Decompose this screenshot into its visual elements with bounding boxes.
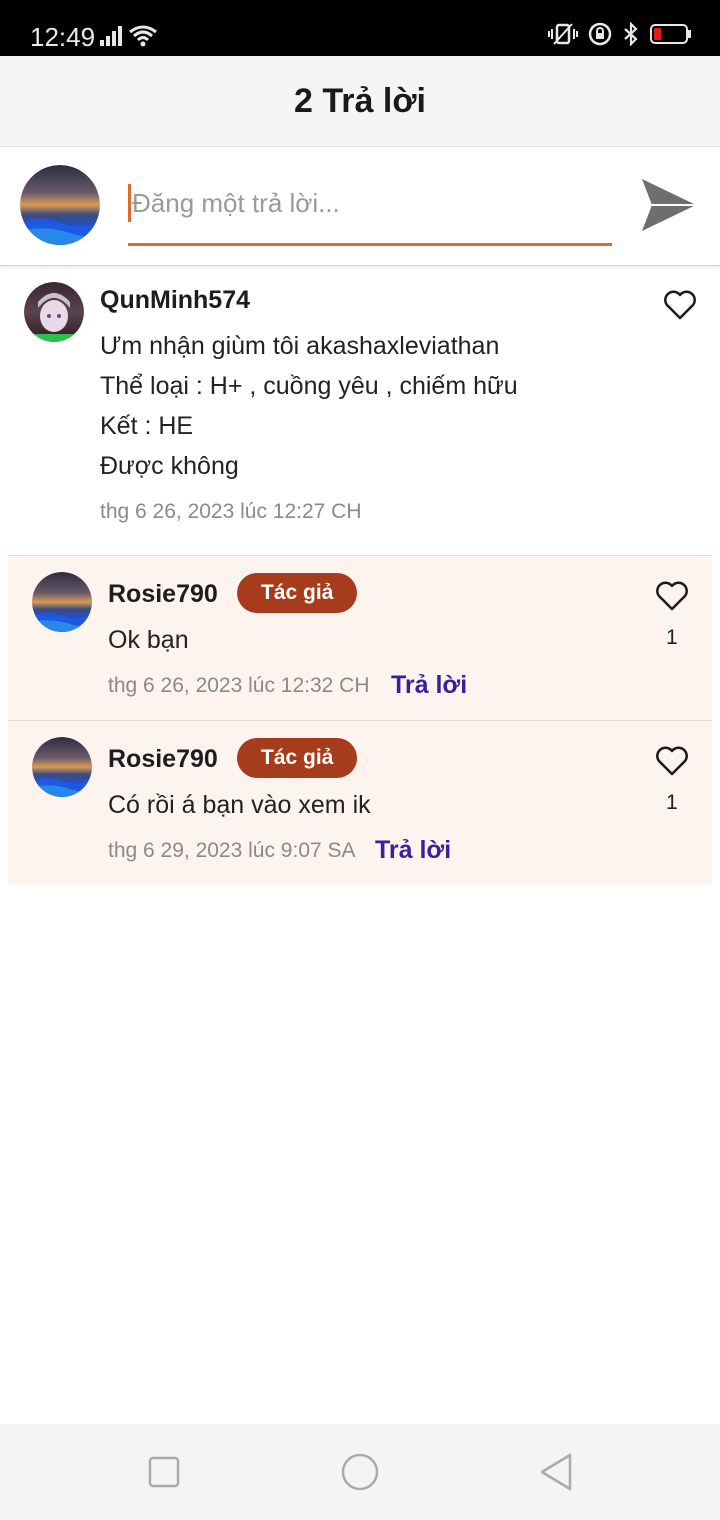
comment-line: Ưm nhận giùm tôi akashaxleviathan: [100, 332, 500, 360]
recents-icon[interactable]: [148, 1456, 180, 1488]
like-count: 1: [666, 791, 678, 814]
reply-button[interactable]: Trả lời: [375, 836, 451, 865]
reply-item: Rosie790 Tác giả Có rồi á bạn vào xem ik…: [8, 720, 712, 885]
status-icons-right: [548, 22, 692, 46]
comment-body: Ưm nhận giùm tôi akashaxleviathan Thể lo…: [100, 326, 518, 486]
avatar[interactable]: [24, 282, 84, 342]
reply-item: Rosie790 Tác giả Ok bạn thg 6 26, 2023 l…: [8, 555, 712, 720]
comment-line: Được không: [100, 452, 239, 480]
battery-icon: [650, 24, 691, 44]
back-icon[interactable]: [538, 1452, 574, 1492]
page-title: 2 Trả lời: [294, 81, 426, 120]
reply-button[interactable]: Trả lời: [391, 671, 467, 700]
reply-timestamp: thg 6 26, 2023 lúc 12:32 CH: [108, 674, 370, 697]
status-time: 12:49: [30, 22, 96, 52]
reply-input-field[interactable]: [128, 183, 612, 246]
compose-bar: [0, 147, 720, 266]
vibrate-icon: [548, 23, 578, 45]
heart-icon[interactable]: [663, 290, 697, 320]
avatar[interactable]: [32, 737, 92, 797]
system-nav-bar: [0, 1424, 720, 1520]
signal-icon: [100, 26, 122, 46]
heart-icon[interactable]: [655, 581, 689, 611]
wifi-icon: [129, 25, 157, 47]
reply-author[interactable]: Rosie790: [108, 580, 218, 609]
reply-input[interactable]: [128, 183, 612, 223]
avatar[interactable]: [20, 165, 100, 245]
rotation-lock-icon: [588, 22, 612, 46]
reply-text: Ok bạn: [108, 626, 189, 654]
comment-line: Thể loại : H+ , cuồng yêu , chiếm hữu: [100, 372, 518, 400]
author-badge: Tác giả: [237, 573, 358, 613]
send-icon[interactable]: [640, 177, 698, 233]
bluetooth-icon: [624, 22, 638, 46]
reply-text: Có rồi á bạn vào xem ik: [108, 791, 371, 819]
status-bar: 12:49: [0, 0, 720, 56]
home-icon[interactable]: [340, 1452, 380, 1492]
comment-author[interactable]: QunMinh574: [100, 286, 250, 315]
comment-line: Kết : HE: [100, 412, 194, 440]
page-header: 2 Trả lời: [0, 56, 720, 147]
heart-icon[interactable]: [655, 746, 689, 776]
author-badge: Tác giả: [237, 738, 358, 778]
avatar[interactable]: [32, 572, 92, 632]
comment-item: QunMinh574 Ưm nhận giùm tôi akashaxlevia…: [0, 266, 720, 554]
comment-timestamp: thg 6 26, 2023 lúc 12:27 CH: [100, 500, 362, 523]
reply-author[interactable]: Rosie790: [108, 745, 218, 774]
reply-timestamp: thg 6 29, 2023 lúc 9:07 SA: [108, 839, 356, 862]
like-count: 1: [666, 626, 678, 649]
